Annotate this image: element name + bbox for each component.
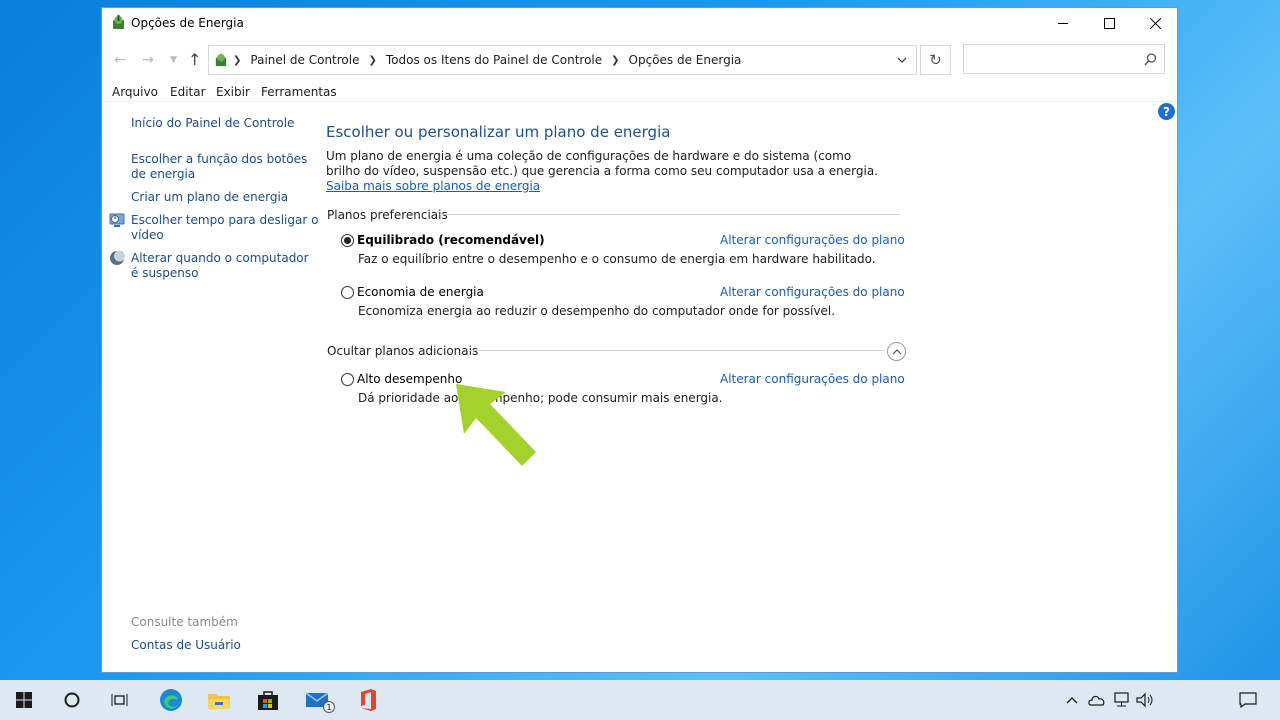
sidebar-item-label: Escolher tempo para desligar o xyxy=(131,213,319,227)
mail-badge: 1 xyxy=(323,701,335,713)
onedrive-sync-icon xyxy=(1088,695,1105,706)
group-divider xyxy=(467,350,885,351)
task-view-icon xyxy=(111,694,128,706)
file-explorer-taskbar-button[interactable] xyxy=(195,680,243,720)
change-plan-balanced-link[interactable]: Alterar configurações do plano xyxy=(720,233,905,247)
change-plan-high-performance-link[interactable]: Alterar configurações do plano xyxy=(720,372,905,386)
breadcrumb-separator-icon: ❯ xyxy=(368,54,377,66)
back-arrow-icon[interactable]: ← xyxy=(114,52,126,68)
plan-name-high-performance[interactable]: Alto desempenho xyxy=(357,372,462,386)
sidebar-home-link[interactable]: Início do Painel de Controle xyxy=(131,116,294,131)
edge-icon xyxy=(160,689,182,711)
hide-additional-plans-label[interactable]: Ocultar planos adicionais xyxy=(327,344,478,358)
breadcrumb-power-options[interactable]: Opções de Energia xyxy=(629,53,742,67)
collapse-button[interactable] xyxy=(887,342,906,361)
minimize-icon xyxy=(1057,22,1068,24)
search-input[interactable] xyxy=(963,44,1165,74)
close-icon xyxy=(1149,17,1161,29)
store-bag-icon xyxy=(258,691,278,710)
sidebar-item-display-off[interactable]: Escolher tempo para desligar o vídeo xyxy=(131,213,318,243)
recent-chevron-icon[interactable]: ▼ xyxy=(170,55,177,65)
plan-name-power-saver[interactable]: Economia de energia xyxy=(357,285,484,299)
help-icon[interactable]: ? xyxy=(1158,103,1175,120)
volume-tray-button[interactable] xyxy=(1133,680,1157,720)
sidebar-item-label: Alterar quando o computador xyxy=(131,251,309,265)
refresh-icon: ↻ xyxy=(929,51,942,69)
windows-logo-icon xyxy=(16,692,32,708)
balanced-radio[interactable] xyxy=(341,234,354,247)
sidebar-item-sleep[interactable]: Alterar quando o computador é suspenso xyxy=(131,251,309,281)
see-also-heading: Consulte também xyxy=(131,615,238,629)
menu-file[interactable]: Arquivo xyxy=(112,85,158,99)
office-icon xyxy=(361,689,376,711)
search-taskbar-button[interactable] xyxy=(48,680,96,720)
notification-icon xyxy=(1239,692,1257,708)
sidebar-item-label: vídeo xyxy=(131,228,164,242)
cortana-circle-icon xyxy=(64,692,80,708)
display-timeout-icon xyxy=(109,213,125,227)
menu-edit[interactable]: Editar xyxy=(170,85,206,99)
breadcrumb-separator-icon: ❯ xyxy=(233,54,242,66)
breadcrumb-control-panel[interactable]: Painel de Controle xyxy=(250,53,359,67)
maximize-icon xyxy=(1103,17,1115,29)
power-saver-radio[interactable] xyxy=(341,286,354,299)
sidebar-item-label: de energia xyxy=(131,167,196,181)
onedrive-tray-button[interactable] xyxy=(1085,680,1109,720)
action-center-button[interactable] xyxy=(1224,680,1272,720)
mail-taskbar-button[interactable]: 1 xyxy=(294,680,342,720)
taskbar: 1 xyxy=(0,680,1280,720)
navigation-bar: ← → ▼ ↑ ❯ Painel de Controle ❯ Todos os … xyxy=(102,42,1177,76)
control-panel-icon xyxy=(215,53,227,67)
breadcrumb: ❯ Painel de Controle ❯ Todos os Itens do… xyxy=(233,53,742,67)
user-accounts-link[interactable]: Contas de Usuário xyxy=(131,638,241,653)
show-hidden-icons-button[interactable] xyxy=(1060,680,1084,720)
store-taskbar-button[interactable] xyxy=(244,680,292,720)
forward-arrow-icon[interactable]: → xyxy=(142,52,154,68)
folder-icon xyxy=(208,694,230,709)
speaker-icon xyxy=(1136,692,1153,708)
menu-bar: Arquivo Editar Exibir Ferramentas xyxy=(102,82,1177,102)
maximize-button[interactable] xyxy=(1086,8,1132,38)
close-button[interactable] xyxy=(1132,8,1178,38)
up-arrow-icon[interactable]: ↑ xyxy=(188,50,201,69)
menu-tools[interactable]: Ferramentas xyxy=(261,85,337,99)
description-text: Um plano de energia é uma coleção de con… xyxy=(326,149,878,178)
annotation-arrow-icon xyxy=(456,384,536,466)
breadcrumb-all-items[interactable]: Todos os Itens do Painel de Controle xyxy=(386,53,602,67)
search-icon xyxy=(1144,53,1157,66)
power-options-icon xyxy=(113,15,124,29)
title-bar: Opções de Energia xyxy=(102,8,1177,38)
office-taskbar-button[interactable] xyxy=(343,680,391,720)
power-options-window: Opções de Energia ← → ▼ ↑ ❯ Painel de Co… xyxy=(101,7,1178,673)
start-button[interactable] xyxy=(0,680,48,720)
group-divider xyxy=(440,214,900,215)
sleep-moon-icon xyxy=(110,250,125,265)
learn-more-link[interactable]: Saiba mais sobre planos de energia xyxy=(326,179,540,193)
plan-desc-power-saver: Economiza energia ao reduzir o desempenh… xyxy=(358,304,836,318)
plan-desc-balanced: Faz o equilíbrio entre o desempenho e o … xyxy=(358,252,876,266)
high-performance-radio[interactable] xyxy=(341,373,354,386)
network-icon xyxy=(1114,692,1129,707)
task-view-button[interactable] xyxy=(96,680,144,720)
window-title: Opções de Energia xyxy=(131,16,244,30)
change-plan-power-saver-link[interactable]: Alterar configurações do plano xyxy=(720,285,905,299)
sidebar-item-label: é suspenso xyxy=(131,266,199,280)
sidebar-item-label: Escolher a função dos botões xyxy=(131,152,308,166)
sidebar-item-create-plan[interactable]: Criar um plano de energia xyxy=(131,190,288,205)
sidebar-item-power-buttons[interactable]: Escolher a função dos botões de energia xyxy=(131,152,307,182)
breadcrumb-separator-icon: ❯ xyxy=(611,54,620,66)
chevron-up-icon xyxy=(892,349,901,355)
chevron-up-icon xyxy=(1066,697,1078,704)
network-tray-button[interactable] xyxy=(1109,680,1133,720)
address-bar[interactable]: ❯ Painel de Controle ❯ Todos os Itens do… xyxy=(208,45,917,75)
page-title: Escolher ou personalizar um plano de ene… xyxy=(326,123,671,141)
plan-name-balanced[interactable]: Equilibrado (recomendável) xyxy=(357,233,545,247)
refresh-button[interactable]: ↻ xyxy=(920,45,951,75)
page-description: Um plano de energia é uma coleção de con… xyxy=(326,149,886,194)
minimize-button[interactable] xyxy=(1040,8,1086,38)
preferred-plans-label: Planos preferenciais xyxy=(327,208,448,222)
edge-taskbar-button[interactable] xyxy=(147,680,195,720)
address-dropdown-icon[interactable] xyxy=(897,57,907,64)
menu-view[interactable]: Exibir xyxy=(216,85,250,99)
